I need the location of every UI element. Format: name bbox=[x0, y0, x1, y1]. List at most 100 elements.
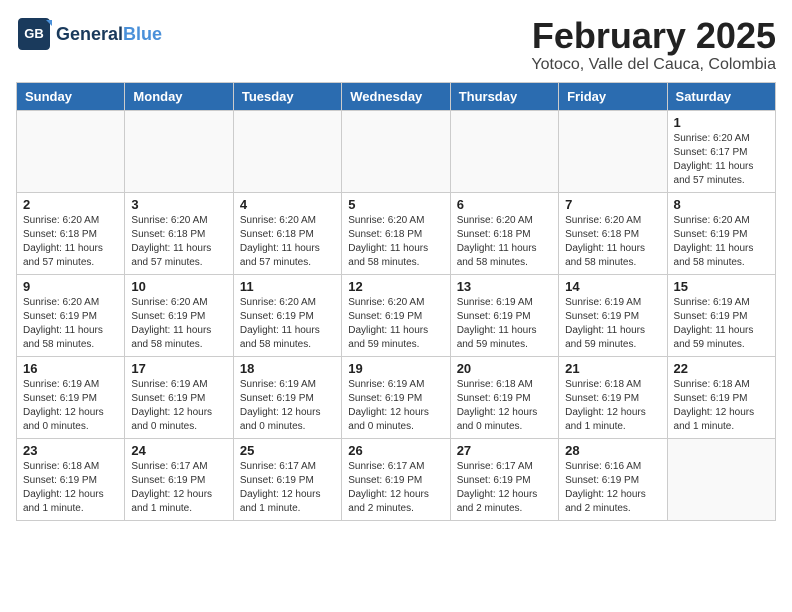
calendar-cell: 21 Sunrise: 6:18 AM Sunset: 6:19 PM Dayli… bbox=[559, 356, 667, 438]
day-info: Sunrise: 6:20 AM Sunset: 6:18 PM Dayligh… bbox=[348, 214, 443, 270]
day-number: 10 bbox=[131, 279, 226, 294]
calendar-cell: 8 Sunrise: 6:20 AM Sunset: 6:19 PM Daylig… bbox=[667, 192, 775, 274]
calendar-cell: 9Sunrise: 6:20 AM Sunset: 6:19 PM Daylig… bbox=[17, 274, 125, 356]
day-number: 18 bbox=[240, 361, 335, 376]
day-info: Sunrise: 6:18 AM Sunset: 6:19 PM Dayligh… bbox=[23, 460, 118, 516]
day-number: 3 bbox=[131, 197, 226, 212]
day-number: 6 bbox=[457, 197, 552, 212]
day-number: 14 bbox=[565, 279, 660, 294]
calendar-cell: 4 Sunrise: 6:20 AM Sunset: 6:18 PM Daylig… bbox=[233, 192, 341, 274]
header-row: SundayMondayTuesdayWednesdayThursdayFrid… bbox=[17, 82, 776, 110]
day-info: Sunrise: 6:20 AM Sunset: 6:18 PM Dayligh… bbox=[565, 214, 660, 270]
day-number: 24 bbox=[131, 443, 226, 458]
calendar-cell: 23 Sunrise: 6:18 AM Sunset: 6:19 PM Dayli… bbox=[17, 438, 125, 520]
day-info: Sunrise: 6:16 AM Sunset: 6:19 PM Dayligh… bbox=[565, 460, 660, 516]
calendar-header: SundayMondayTuesdayWednesdayThursdayFrid… bbox=[17, 82, 776, 110]
week-row-2: 9Sunrise: 6:20 AM Sunset: 6:19 PM Daylig… bbox=[17, 274, 776, 356]
calendar-cell bbox=[125, 110, 233, 192]
calendar-cell: 12Sunrise: 6:20 AM Sunset: 6:19 PM Dayli… bbox=[342, 274, 450, 356]
calendar-cell bbox=[450, 110, 558, 192]
day-info: Sunrise: 6:20 AM Sunset: 6:18 PM Dayligh… bbox=[240, 214, 335, 270]
week-row-0: 1 Sunrise: 6:20 AM Sunset: 6:17 PM Daylig… bbox=[17, 110, 776, 192]
calendar-cell: 20 Sunrise: 6:18 AM Sunset: 6:19 PM Dayli… bbox=[450, 356, 558, 438]
day-info: Sunrise: 6:20 AM Sunset: 6:18 PM Dayligh… bbox=[457, 214, 552, 270]
header-day-thursday: Thursday bbox=[450, 82, 558, 110]
day-number: 2 bbox=[23, 197, 118, 212]
calendar-cell: 22 Sunrise: 6:18 AM Sunset: 6:19 PM Dayli… bbox=[667, 356, 775, 438]
calendar-cell: 13 Sunrise: 6:19 AM Sunset: 6:19 PM Dayli… bbox=[450, 274, 558, 356]
day-info: Sunrise: 6:18 AM Sunset: 6:19 PM Dayligh… bbox=[674, 378, 769, 434]
svg-text:GB: GB bbox=[24, 26, 44, 41]
logo: GB GeneralBlue bbox=[16, 16, 162, 52]
calendar-cell: 2 Sunrise: 6:20 AM Sunset: 6:18 PM Daylig… bbox=[17, 192, 125, 274]
header-day-tuesday: Tuesday bbox=[233, 82, 341, 110]
day-number: 27 bbox=[457, 443, 552, 458]
day-number: 21 bbox=[565, 361, 660, 376]
day-number: 13 bbox=[457, 279, 552, 294]
day-info: Sunrise: 6:20 AM Sunset: 6:19 PM Dayligh… bbox=[240, 296, 335, 352]
calendar-table: SundayMondayTuesdayWednesdayThursdayFrid… bbox=[16, 82, 776, 521]
day-info: Sunrise: 6:17 AM Sunset: 6:19 PM Dayligh… bbox=[348, 460, 443, 516]
day-info: Sunrise: 6:19 AM Sunset: 6:19 PM Dayligh… bbox=[674, 296, 769, 352]
calendar-cell: 1 Sunrise: 6:20 AM Sunset: 6:17 PM Daylig… bbox=[667, 110, 775, 192]
day-info: Sunrise: 6:20 AM Sunset: 6:18 PM Dayligh… bbox=[131, 214, 226, 270]
day-number: 28 bbox=[565, 443, 660, 458]
day-number: 16 bbox=[23, 361, 118, 376]
day-info: Sunrise: 6:19 AM Sunset: 6:19 PM Dayligh… bbox=[131, 378, 226, 434]
header-day-saturday: Saturday bbox=[667, 82, 775, 110]
day-number: 20 bbox=[457, 361, 552, 376]
calendar-cell bbox=[233, 110, 341, 192]
calendar-cell: 18Sunrise: 6:19 AM Sunset: 6:19 PM Dayli… bbox=[233, 356, 341, 438]
calendar-cell: 6 Sunrise: 6:20 AM Sunset: 6:18 PM Daylig… bbox=[450, 192, 558, 274]
page-subtitle: Yotoco, Valle del Cauca, Colombia bbox=[531, 56, 776, 74]
calendar-cell: 28 Sunrise: 6:16 AM Sunset: 6:19 PM Dayli… bbox=[559, 438, 667, 520]
logo-icon: GB bbox=[16, 16, 52, 52]
day-info: Sunrise: 6:17 AM Sunset: 6:19 PM Dayligh… bbox=[457, 460, 552, 516]
day-info: Sunrise: 6:17 AM Sunset: 6:19 PM Dayligh… bbox=[131, 460, 226, 516]
calendar-cell: 7 Sunrise: 6:20 AM Sunset: 6:18 PM Daylig… bbox=[559, 192, 667, 274]
calendar-cell: 26 Sunrise: 6:17 AM Sunset: 6:19 PM Dayli… bbox=[342, 438, 450, 520]
calendar-cell bbox=[17, 110, 125, 192]
day-info: Sunrise: 6:20 AM Sunset: 6:19 PM Dayligh… bbox=[348, 296, 443, 352]
day-info: Sunrise: 6:18 AM Sunset: 6:19 PM Dayligh… bbox=[457, 378, 552, 434]
header-day-friday: Friday bbox=[559, 82, 667, 110]
calendar-cell: 19Sunrise: 6:19 AM Sunset: 6:19 PM Dayli… bbox=[342, 356, 450, 438]
day-number: 1 bbox=[674, 115, 769, 130]
calendar-cell: 11 Sunrise: 6:20 AM Sunset: 6:19 PM Dayli… bbox=[233, 274, 341, 356]
day-info: Sunrise: 6:18 AM Sunset: 6:19 PM Dayligh… bbox=[565, 378, 660, 434]
day-info: Sunrise: 6:19 AM Sunset: 6:19 PM Dayligh… bbox=[457, 296, 552, 352]
day-info: Sunrise: 6:19 AM Sunset: 6:19 PM Dayligh… bbox=[23, 378, 118, 434]
week-row-1: 2 Sunrise: 6:20 AM Sunset: 6:18 PM Daylig… bbox=[17, 192, 776, 274]
day-number: 7 bbox=[565, 197, 660, 212]
header-day-sunday: Sunday bbox=[17, 82, 125, 110]
day-info: Sunrise: 6:19 AM Sunset: 6:19 PM Dayligh… bbox=[565, 296, 660, 352]
day-info: Sunrise: 6:20 AM Sunset: 6:19 PM Dayligh… bbox=[131, 296, 226, 352]
header-day-monday: Monday bbox=[125, 82, 233, 110]
day-number: 5 bbox=[348, 197, 443, 212]
calendar-cell bbox=[559, 110, 667, 192]
day-info: Sunrise: 6:20 AM Sunset: 6:19 PM Dayligh… bbox=[23, 296, 118, 352]
day-info: Sunrise: 6:20 AM Sunset: 6:17 PM Dayligh… bbox=[674, 132, 769, 188]
day-number: 17 bbox=[131, 361, 226, 376]
day-info: Sunrise: 6:19 AM Sunset: 6:19 PM Dayligh… bbox=[348, 378, 443, 434]
page-title: February 2025 bbox=[531, 16, 776, 56]
calendar-cell: 16 Sunrise: 6:19 AM Sunset: 6:19 PM Dayli… bbox=[17, 356, 125, 438]
day-number: 8 bbox=[674, 197, 769, 212]
day-number: 15 bbox=[674, 279, 769, 294]
title-area: February 2025 Yotoco, Valle del Cauca, C… bbox=[531, 16, 776, 74]
calendar-cell: 15 Sunrise: 6:19 AM Sunset: 6:19 PM Dayli… bbox=[667, 274, 775, 356]
day-info: Sunrise: 6:20 AM Sunset: 6:18 PM Dayligh… bbox=[23, 214, 118, 270]
day-number: 11 bbox=[240, 279, 335, 294]
calendar-cell: 17 Sunrise: 6:19 AM Sunset: 6:19 PM Dayli… bbox=[125, 356, 233, 438]
day-number: 4 bbox=[240, 197, 335, 212]
day-number: 26 bbox=[348, 443, 443, 458]
calendar-cell bbox=[667, 438, 775, 520]
day-info: Sunrise: 6:20 AM Sunset: 6:19 PM Dayligh… bbox=[674, 214, 769, 270]
calendar-body: 1 Sunrise: 6:20 AM Sunset: 6:17 PM Daylig… bbox=[17, 110, 776, 520]
calendar-cell: 3 Sunrise: 6:20 AM Sunset: 6:18 PM Daylig… bbox=[125, 192, 233, 274]
day-number: 22 bbox=[674, 361, 769, 376]
calendar-cell: 14 Sunrise: 6:19 AM Sunset: 6:19 PM Dayli… bbox=[559, 274, 667, 356]
logo-general: GeneralBlue bbox=[56, 25, 162, 43]
day-number: 23 bbox=[23, 443, 118, 458]
week-row-3: 16 Sunrise: 6:19 AM Sunset: 6:19 PM Dayli… bbox=[17, 356, 776, 438]
